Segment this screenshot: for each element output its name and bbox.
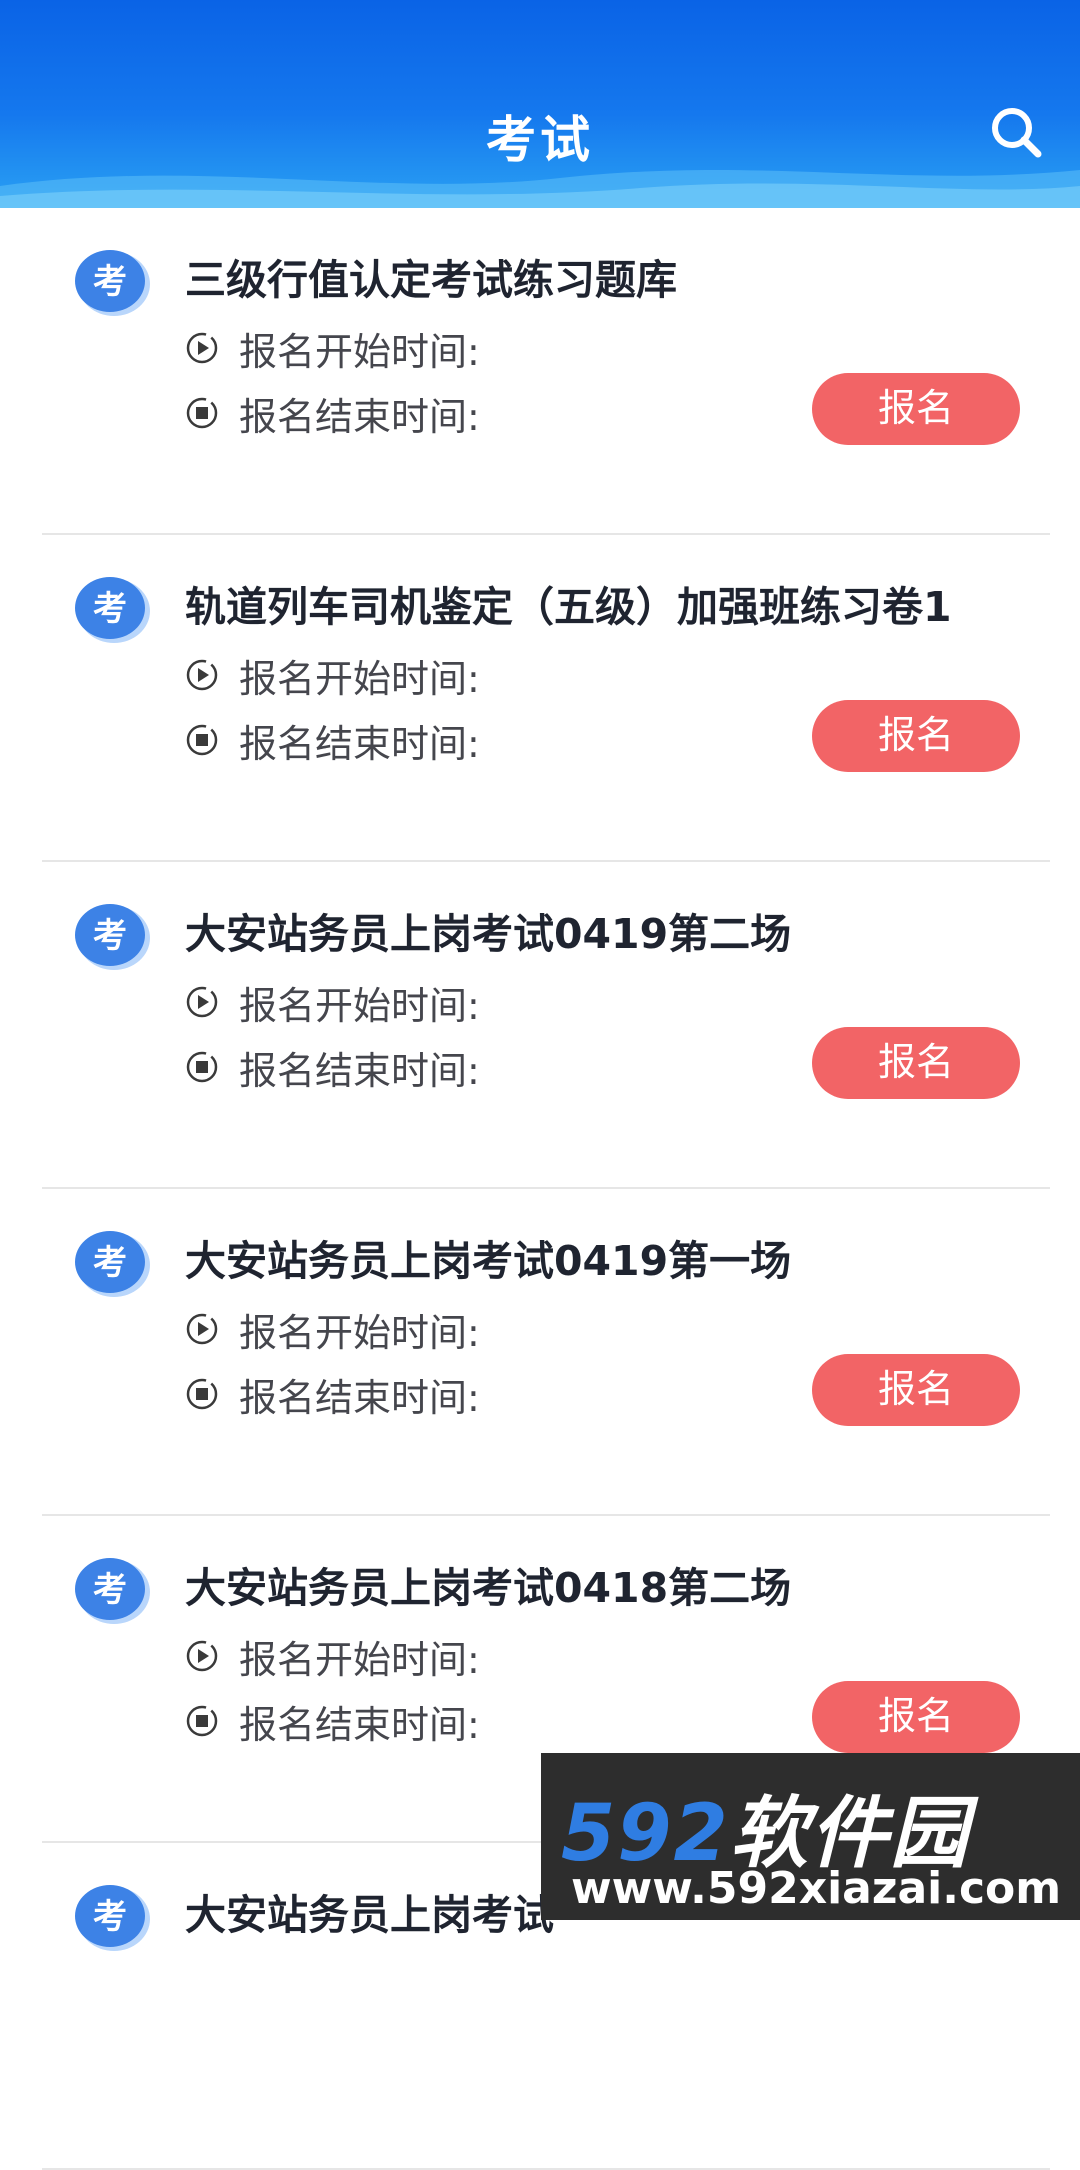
watermark-url: www.592xiazai.com — [571, 1863, 1062, 1914]
signup-start-label: 报名开始时间: — [239, 983, 480, 1028]
signup-start-row: 报名开始时间: — [185, 323, 480, 374]
signup-end-row: 报名结束时间: — [185, 388, 480, 439]
exam-list-item[interactable]: 考 大安站务员上岗考试0419第一场 报名开始时间: 报名结束时间: 报名 — [42, 1189, 1050, 1516]
exam-title: 大安站务员上岗考试0419第二场 — [185, 910, 792, 958]
exam-badge-icon: 考 — [75, 577, 150, 643]
exam-list-item[interactable]: 考 轨道列车司机鉴定（五级）加强班练习卷1 报名开始时间: 报名结束时间: 报名 — [42, 535, 1050, 862]
exam-badge-icon: 考 — [75, 904, 150, 970]
exam-title: 轨道列车司机鉴定（五级）加强班练习卷1 — [185, 583, 952, 631]
signup-button[interactable]: 报名 — [812, 1354, 1020, 1426]
exam-badge-icon: 考 — [75, 1558, 150, 1624]
signup-end-row: 报名结束时间: — [185, 1369, 480, 1420]
signup-button[interactable]: 报名 — [812, 1027, 1020, 1099]
exam-title: 大安站务员上岗考试 — [185, 1891, 554, 1939]
app-header: 考试 — [0, 0, 1080, 208]
signup-end-row: 报名结束时间: — [185, 1696, 480, 1747]
signup-end-label: 报名结束时间: — [239, 1375, 480, 1420]
play-circle-icon — [186, 659, 218, 691]
exam-badge-icon: 考 — [75, 250, 150, 316]
svg-text:考: 考 — [93, 916, 127, 956]
svg-text:考: 考 — [93, 589, 127, 629]
search-button[interactable] — [988, 104, 1044, 160]
watermark-banner: 592软件园 www.592xiazai.com — [541, 1753, 1080, 1920]
svg-text:考: 考 — [93, 1897, 127, 1937]
signup-start-label: 报名开始时间: — [239, 1637, 480, 1682]
signup-button[interactable]: 报名 — [812, 1681, 1020, 1753]
play-circle-icon — [186, 1313, 218, 1345]
search-icon — [992, 108, 1042, 158]
exam-list-item[interactable]: 考 三级行值认定考试练习题库 报名开始时间: 报名结束时间: 报名 — [42, 208, 1050, 535]
signup-end-label: 报名结束时间: — [239, 1048, 480, 1093]
svg-text:考: 考 — [93, 1243, 127, 1283]
signup-start-row: 报名开始时间: — [185, 1304, 480, 1355]
signup-end-row: 报名结束时间: — [185, 1042, 480, 1093]
stop-circle-icon — [186, 397, 218, 429]
signup-end-label: 报名结束时间: — [239, 394, 480, 439]
signup-button[interactable]: 报名 — [812, 373, 1020, 445]
stop-circle-icon — [186, 724, 218, 756]
signup-start-label: 报名开始时间: — [239, 656, 480, 701]
stop-circle-icon — [186, 1378, 218, 1410]
exam-list-item[interactable]: 考 大安站务员上岗考试0419第二场 报名开始时间: 报名结束时间: 报名 — [42, 862, 1050, 1189]
signup-start-row: 报名开始时间: — [185, 650, 480, 701]
signup-end-label: 报名结束时间: — [239, 1702, 480, 1747]
signup-start-label: 报名开始时间: — [239, 1310, 480, 1355]
signup-start-label: 报名开始时间: — [239, 329, 480, 374]
exam-title: 大安站务员上岗考试0419第一场 — [185, 1237, 792, 1285]
play-circle-icon — [186, 1640, 218, 1672]
signup-end-row: 报名结束时间: — [185, 715, 480, 766]
stop-circle-icon — [186, 1705, 218, 1737]
exam-title: 三级行值认定考试练习题库 — [185, 256, 677, 304]
svg-text:考: 考 — [93, 262, 127, 302]
stop-circle-icon — [186, 1051, 218, 1083]
exam-badge-icon: 考 — [75, 1885, 150, 1951]
signup-button[interactable]: 报名 — [812, 700, 1020, 772]
play-circle-icon — [186, 986, 218, 1018]
play-circle-icon — [186, 332, 218, 364]
page-title: 考试 — [486, 111, 594, 169]
exam-badge-icon: 考 — [75, 1231, 150, 1297]
exam-title: 大安站务员上岗考试0418第二场 — [185, 1564, 792, 1612]
signup-start-row: 报名开始时间: — [185, 1631, 480, 1682]
signup-start-row: 报名开始时间: — [185, 977, 480, 1028]
signup-end-label: 报名结束时间: — [239, 721, 480, 766]
svg-text:考: 考 — [93, 1570, 127, 1610]
